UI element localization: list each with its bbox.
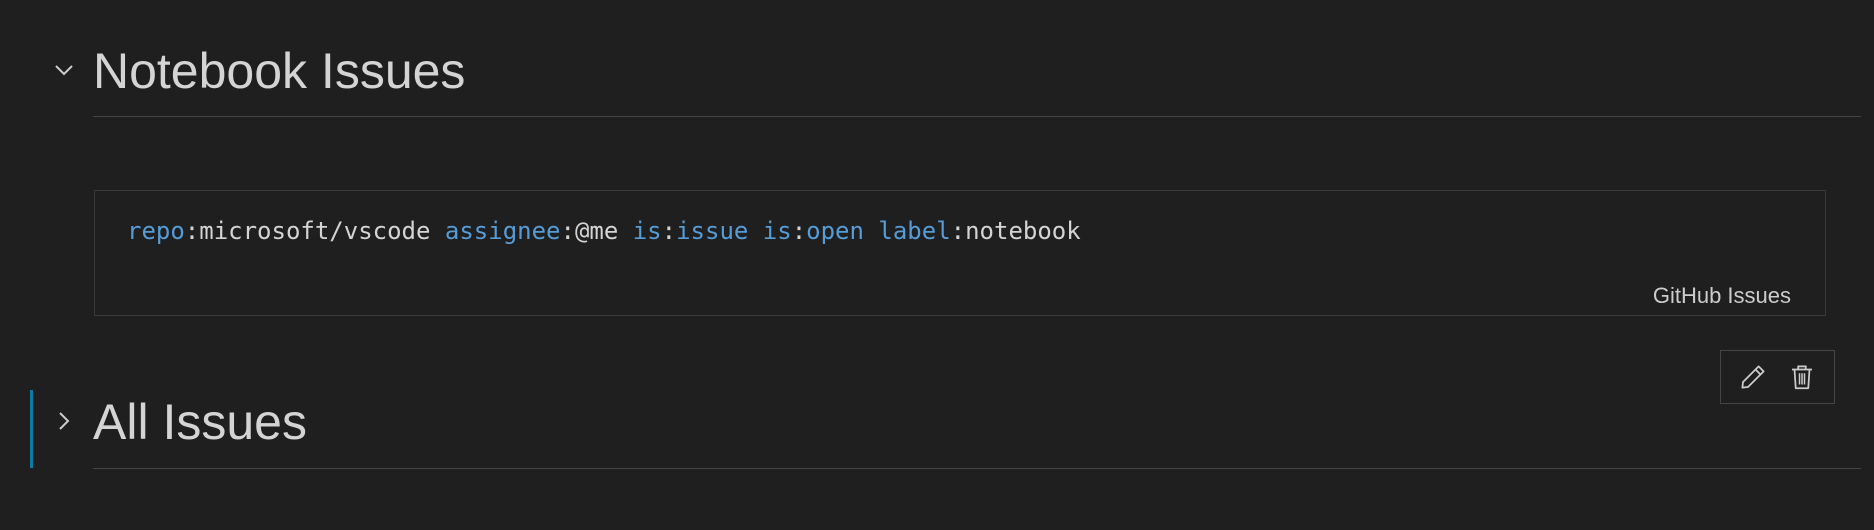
query-token: assignee — [444, 217, 561, 245]
query-token: @me — [574, 217, 633, 245]
query-token: notebook — [965, 217, 1081, 245]
query-token: is — [632, 217, 662, 245]
query-token: : — [791, 217, 807, 245]
query-token: microsoft/vscode — [199, 217, 445, 245]
section-title: All Issues — [93, 394, 307, 450]
section-divider — [93, 468, 1861, 469]
query-token: : — [184, 217, 200, 245]
query-token: : — [560, 217, 575, 245]
query-token: open — [806, 217, 879, 245]
section-divider — [93, 116, 1861, 117]
chevron-right-icon[interactable] — [52, 409, 76, 433]
section-title: Notebook Issues — [93, 43, 466, 99]
chevron-down-icon[interactable] — [52, 58, 76, 82]
query-token: label — [878, 217, 951, 245]
code-cell[interactable]: repo:microsoft/vscode assignee:@me is:is… — [94, 190, 1826, 316]
query-token: : — [661, 217, 677, 245]
section-header-notebook-issues[interactable]: Notebook Issues — [0, 30, 1874, 110]
query-token: : — [950, 217, 966, 245]
query-token: is — [762, 217, 792, 245]
query-token: issue — [676, 217, 763, 245]
cell-language-label[interactable]: GitHub Issues — [1653, 283, 1791, 309]
query-editor[interactable]: repo:microsoft/vscode assignee:@me is:is… — [127, 217, 1081, 245]
section-header-all-issues[interactable]: All Issues — [0, 383, 1874, 463]
query-token: repo — [127, 217, 185, 245]
